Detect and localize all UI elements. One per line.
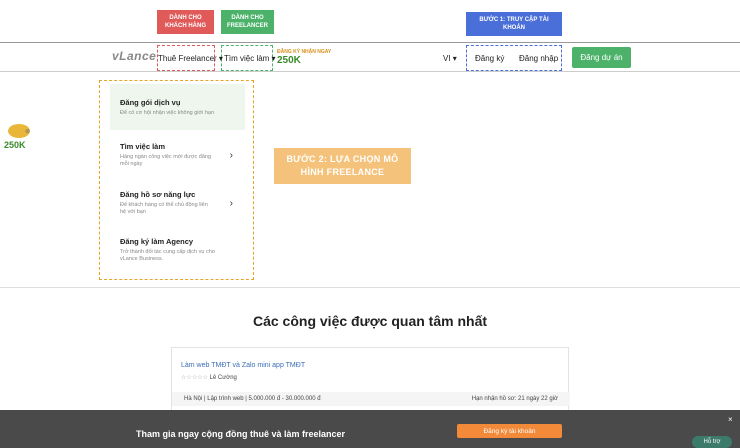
dropdown-panel: 250K ⊗ Đăng gói dịch vụ Để có cơ hội nhậ… [0,72,740,288]
signup-banner: Tham gia ngay cộng đồng thuê và làm free… [0,410,740,448]
promo-amount: 250K [277,55,301,66]
rating-stars: ☆☆☆☆☆ [181,375,208,381]
chevron-right-icon: › [229,150,233,161]
find-job-menu[interactable]: Tìm việc làm ▾ [224,54,276,63]
job-title[interactable]: Làm web TMĐT và Zalo mini app TMĐT [181,362,305,369]
register-link[interactable]: Đăng ký [475,54,504,63]
logo[interactable]: vLance [112,49,156,63]
callout-step1: BƯỚC 1: TRUY CẬP TÀI KHOẢN [466,12,562,36]
signup-button[interactable]: Đăng ký tài khoản [457,424,562,438]
hire-freelancer-menu[interactable]: Thuê Freelancer ▾ [158,54,223,63]
navbar: vLance Thuê Freelancer ▾ Tìm việc làm ▾ … [0,42,740,72]
post-project-button[interactable]: Đăng dự án [572,47,631,68]
login-link[interactable]: Đăng nhập [519,54,558,63]
job-card[interactable]: Làm web TMĐT và Zalo mini app TMĐT ☆☆☆☆☆… [171,347,570,417]
support-button[interactable]: Hỗ trợ [692,436,732,448]
language-select[interactable]: VI ▾ [443,54,457,63]
job-owner: ☆☆☆☆☆ Lê Cường [181,375,237,381]
callout-client: DÀNH CHO KHÁCH HÀNG [157,10,214,34]
dropdown-item-agency[interactable]: Đăng ký làm Agency Trở thành đối tác cun… [110,237,245,263]
dropdown-item-profile[interactable]: Đăng hồ sơ năng lực Để khách hàng có thể… [110,190,245,216]
callout-step2: BƯỚC 2: LỰA CHỌN MÔ HÌNH FREELANCE [274,148,411,184]
close-icon[interactable]: ⊗ [25,128,30,135]
close-icon[interactable]: × [728,415,733,424]
job-meta: Hà Nội | Lập trình web | 5.000.000 đ - 3… [172,392,570,406]
banner-text: Tham gia ngay cộng đồng thuê và làm free… [136,429,346,439]
section-title: Các công việc được quan tâm nhất [252,313,488,329]
dropdown-item-service[interactable]: Đăng gói dịch vụ Để có cơ hội nhận việc … [110,84,245,130]
dropdown-item-find-job[interactable]: Tìm việc làm Hàng ngàn công việc mới đượ… [110,142,245,168]
callout-freelancer: DÀNH CHO FREELANCER [221,10,274,34]
chevron-right-icon: › [229,198,233,209]
signup-promo[interactable]: ĐĂNG KÝ NHẬN NGAY 250K [277,49,331,66]
